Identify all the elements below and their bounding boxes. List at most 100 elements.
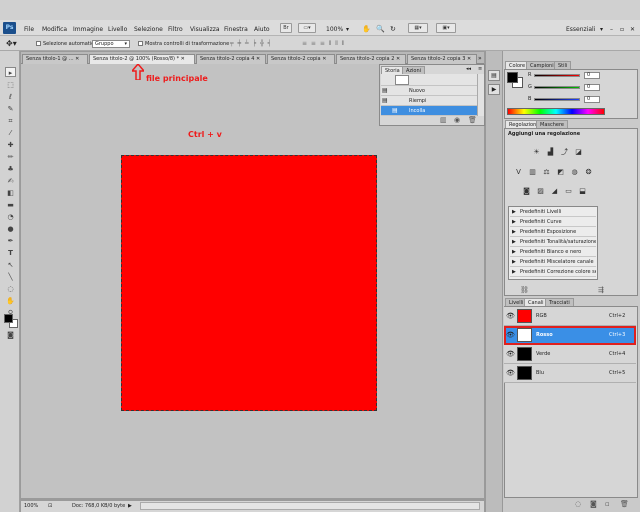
channel-row-verde[interactable]: 👁 Verde Ctrl+4 <box>504 345 636 364</box>
red-slider[interactable] <box>534 74 580 77</box>
threshold-icon[interactable]: ◢ <box>549 186 560 196</box>
restore-icon[interactable]: ▫ <box>620 26 624 33</box>
black-white-icon[interactable]: ◩ <box>555 167 566 177</box>
tab-document-1[interactable]: Senza titolo-1 @ ... ✕ <box>22 54 88 64</box>
levels-icon[interactable]: ▟ <box>545 147 556 157</box>
menu-selezione[interactable]: Selezione <box>134 26 163 33</box>
preset-tonalita-saturazione[interactable]: Predefiniti Tonalità/saturazione <box>510 237 596 247</box>
tabs-overflow-icon[interactable]: » <box>478 55 482 62</box>
selective-color-icon[interactable]: ⬓ <box>577 186 588 196</box>
actions-panel-icon[interactable]: ▶ <box>488 84 500 95</box>
auto-select-checkbox[interactable] <box>36 41 41 46</box>
eye-icon[interactable]: 👁 <box>506 350 515 358</box>
red-value-input[interactable]: 0 <box>584 72 600 79</box>
clone-stamp-tool-icon[interactable]: ♣ <box>5 164 16 174</box>
eye-icon[interactable]: 👁 <box>506 312 515 320</box>
lasso-tool-icon[interactable]: ℓ <box>5 92 16 102</box>
tab-document-2-active[interactable]: Senza titolo-2 @ 100% (Rosso/8) * ✕ <box>89 54 195 64</box>
close-icon[interactable]: ✕ <box>630 26 635 33</box>
preset-bianco-nero[interactable]: Predefiniti Bianco e nero <box>510 247 596 257</box>
posterize-icon[interactable]: ▨ <box>535 186 546 196</box>
channel-row-rosso[interactable]: 👁 Rosso Ctrl+3 <box>504 326 636 345</box>
shape-tool-icon[interactable]: ╲ <box>5 272 16 282</box>
hand-tool-icon[interactable]: ✋ <box>5 296 16 306</box>
blur-tool-icon[interactable]: ◔ <box>5 212 16 222</box>
delete-state-icon[interactable]: 🗑 <box>468 116 477 124</box>
vibrance-icon[interactable]: V <box>513 167 524 177</box>
new-channel-icon[interactable]: ▫ <box>605 500 610 508</box>
channel-mixer-icon[interactable]: ❂ <box>583 167 594 177</box>
eyedropper-tool-icon[interactable]: ⁄ <box>5 128 16 138</box>
menu-visualizza[interactable]: Visualizza <box>190 26 220 33</box>
screen-mode-button[interactable]: ▣▾ <box>436 23 456 33</box>
rotate-view-icon[interactable]: ↻ <box>390 25 396 33</box>
gradient-map-icon[interactable]: ▭ <box>563 186 574 196</box>
gradient-tool-icon[interactable]: ▬ <box>5 200 16 210</box>
bridge-button[interactable]: Br <box>280 23 292 33</box>
clip-to-layer-icon[interactable]: ⛓ <box>520 286 529 294</box>
marquee-tool-icon[interactable]: ⬚ <box>5 80 16 90</box>
eraser-tool-icon[interactable]: ◧ <box>5 188 16 198</box>
3d-tool-icon[interactable]: ◌ <box>5 284 16 294</box>
channel-row-rgb[interactable]: 👁 RGB Ctrl+2 <box>504 307 636 326</box>
tab-document-copy-2[interactable]: Senza titolo-2 copia 2 ✕ <box>336 54 406 64</box>
zoom-dropdown-icon[interactable]: ▾ <box>346 26 349 33</box>
invert-icon[interactable]: ◙ <box>521 186 532 196</box>
delete-channel-icon[interactable]: 🗑 <box>620 500 629 508</box>
panel-menu-icon[interactable]: ≡ <box>478 66 482 72</box>
tab-campioni[interactable]: Campioni <box>526 61 558 69</box>
curves-icon[interactable]: ⤴ <box>559 147 570 157</box>
foreground-color-preview-top[interactable] <box>507 72 518 83</box>
history-panel-icon[interactable]: ▤ <box>488 70 500 81</box>
preset-curve[interactable]: Predefiniti Curve <box>510 217 596 227</box>
panel-collapse-icon[interactable]: ◂◂ <box>466 66 471 72</box>
blue-value-input[interactable]: 0 <box>584 96 600 103</box>
tab-maschere[interactable]: Maschere <box>536 120 568 128</box>
menu-livello[interactable]: Livello <box>108 26 127 33</box>
document-canvas-red[interactable] <box>121 155 377 411</box>
workspace-switcher[interactable]: Essenziali <box>566 26 595 33</box>
brightness-contrast-icon[interactable]: ☀ <box>531 147 542 157</box>
tab-stili[interactable]: Stili <box>554 61 572 69</box>
green-value-input[interactable]: 0 <box>584 84 600 91</box>
status-menu-arrow-icon[interactable]: ▶ <box>128 503 132 509</box>
eye-icon[interactable]: 👁 <box>506 369 515 377</box>
tab-document-copy[interactable]: Senza titolo-2 copia ✕ <box>267 54 335 64</box>
healing-brush-tool-icon[interactable]: ✚ <box>5 140 16 150</box>
tab-document-copy-3[interactable]: Senza titolo-2 copia 3 ✕ <box>407 54 477 64</box>
distribute-icons[interactable]: ≡ ≡ ≡ ⫴ ⫴ ⫴ <box>302 40 345 48</box>
workspace-dropdown-icon[interactable]: ▾ <box>600 26 603 33</box>
preset-miscelatore-canale[interactable]: Predefiniti Miscelatore canale <box>510 257 596 267</box>
hue-saturation-icon[interactable]: ▥ <box>527 167 538 177</box>
menu-modifica[interactable]: Modifica <box>42 26 67 33</box>
history-scrollbar[interactable] <box>477 74 484 116</box>
green-slider[interactable] <box>534 86 580 89</box>
type-tool-icon[interactable]: T <box>5 248 16 258</box>
save-selection-channel-icon[interactable]: ◙ <box>590 500 597 508</box>
move-tool-preset-icon[interactable]: ✥▾ <box>6 39 17 48</box>
foreground-color-swatch-top[interactable] <box>4 314 13 323</box>
eye-icon[interactable]: 👁 <box>506 331 515 339</box>
history-item-nuovo[interactable]: Nuovo <box>381 86 477 96</box>
blue-slider[interactable] <box>534 98 580 101</box>
hand-tool-icon[interactable]: ✋ <box>362 25 371 33</box>
status-info-icon[interactable]: ⊡ <box>48 503 52 509</box>
photoshop-logo[interactable]: Ps <box>3 22 16 34</box>
preset-correzione-colore[interactable]: Predefiniti Correzione colore sel... <box>510 267 596 277</box>
pen-tool-icon[interactable]: ✒ <box>5 236 16 246</box>
horizontal-scrollbar[interactable] <box>140 502 480 510</box>
tab-storia[interactable]: Storia <box>381 66 404 74</box>
zoom-level[interactable]: 100% <box>326 26 343 33</box>
align-icons[interactable]: ╤ ╪ ╧ ╞ ╬ ╡ <box>230 40 272 48</box>
arrange-documents-button[interactable]: ▦▾ <box>408 23 428 33</box>
path-selection-tool-icon[interactable]: ↖ <box>5 260 16 270</box>
move-tool-icon[interactable]: ▸ <box>5 67 16 77</box>
dodge-tool-icon[interactable]: ● <box>5 224 16 234</box>
history-brush-tool-icon[interactable]: ✍ <box>5 176 16 186</box>
menu-finestra[interactable]: Finestra <box>224 26 248 33</box>
tab-tracciati[interactable]: Tracciati <box>545 298 574 306</box>
color-spectrum-bar[interactable] <box>507 108 605 115</box>
adjustment-options-icon[interactable]: ⇶ <box>598 286 604 294</box>
tab-azioni[interactable]: Azioni <box>402 66 426 74</box>
zoom-tool-icon[interactable]: 🔍 <box>376 25 385 33</box>
